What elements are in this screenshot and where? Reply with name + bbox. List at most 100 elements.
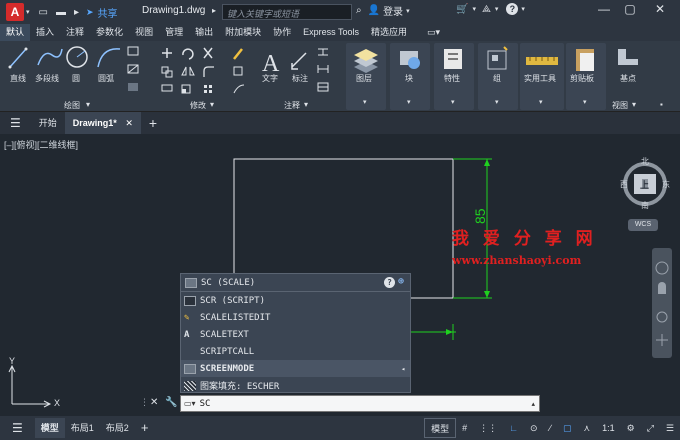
share-button[interactable]: 共享	[98, 5, 118, 20]
command-recent-icon[interactable]: ▴	[531, 400, 535, 408]
help-dropdown-icon[interactable]: ▾	[521, 5, 525, 13]
utilities-button[interactable]: 实用工具 ▾	[520, 43, 564, 110]
title-arrow-icon[interactable]: ▸	[212, 6, 216, 15]
ortho-icon[interactable]: ∟	[503, 418, 524, 438]
scale-tool-icon[interactable]	[181, 84, 191, 94]
ribbon-tab-output[interactable]: 输出	[189, 24, 219, 41]
annotate-panel-arrow-icon[interactable]: ▾	[304, 100, 308, 109]
linear-dim-icon[interactable]	[317, 65, 329, 73]
line-tool-label[interactable]: 直线	[10, 73, 26, 84]
open-icon[interactable]: ▬	[53, 7, 69, 18]
new-tab-button[interactable]: +	[141, 112, 165, 134]
command-line[interactable]: ▭▾ SC ▴	[180, 395, 540, 412]
autocomplete-item[interactable]: SCRIPTCALL	[181, 343, 410, 360]
rectangle-tool-icon[interactable]	[127, 46, 139, 56]
ribbon-tab-insert[interactable]: 插入	[30, 24, 60, 41]
autocomplete-item[interactable]: A SCALETEXT	[181, 326, 410, 343]
line-tool-icon[interactable]	[8, 47, 28, 69]
text-tool-label[interactable]: 文字	[262, 73, 278, 84]
annotation-visibility-icon[interactable]: ⋏	[578, 418, 597, 438]
help-icon[interactable]: ?	[384, 277, 395, 288]
autocomplete-item[interactable]: 图案填充: ESCHER	[181, 377, 410, 394]
arc-tool-icon[interactable]	[97, 48, 121, 68]
circle-tool-icon[interactable]	[66, 46, 88, 68]
view-panel-label[interactable]: 视图	[612, 100, 628, 111]
leader-tool-icon[interactable]	[318, 48, 328, 56]
ribbon-tab-default[interactable]: 默认	[0, 24, 31, 41]
drawing1-tab[interactable]: Drawing1* ✕	[64, 112, 141, 134]
erase-tool-icon[interactable]	[233, 48, 243, 60]
search-icon[interactable]: ⌕	[356, 5, 362, 16]
annotate-panel-label[interactable]: 注释	[284, 100, 300, 111]
app-logo-button[interactable]: A	[6, 3, 24, 21]
close-button[interactable]: ✕	[650, 2, 670, 20]
table-tool-icon[interactable]	[317, 82, 329, 92]
modify-panel-label[interactable]: 修改	[190, 100, 206, 111]
file-tabs-menu-icon[interactable]: ☰	[0, 112, 31, 134]
block-button[interactable]: 块 ▾	[390, 43, 430, 110]
ribbon-options-icon[interactable]: ▭▾	[421, 24, 446, 41]
dimension-tool-icon[interactable]	[291, 52, 307, 70]
minimize-button[interactable]: —	[594, 2, 614, 20]
polyline-tool-icon[interactable]	[37, 48, 63, 66]
dropdown-arrow-icon[interactable]: ▾	[26, 8, 30, 16]
customize-icon[interactable]: ☰	[660, 418, 680, 438]
ribbon-tab-addins[interactable]: 附加模块	[219, 24, 267, 41]
layout1-tab[interactable]: 布局1	[65, 418, 100, 438]
tab-close-icon[interactable]: ✕	[125, 118, 133, 128]
login-dropdown-icon[interactable]: ▾	[406, 7, 410, 15]
ribbon-tab-featured-apps[interactable]: 精选应用	[365, 24, 413, 41]
trim-tool-icon[interactable]	[203, 47, 213, 59]
help-icon[interactable]: ?	[506, 3, 519, 15]
connect-icon[interactable]: ⟁	[482, 4, 491, 15]
command-input[interactable]: SC	[200, 399, 211, 409]
autocomplete-item-selected[interactable]: SCREENMODE ◂	[181, 360, 410, 377]
draw-panel-label[interactable]: 绘图	[64, 100, 80, 111]
hatch-tool-icon[interactable]	[127, 64, 139, 74]
stretch-tool-icon[interactable]	[161, 84, 173, 92]
cart-dropdown-icon[interactable]: ▾	[472, 5, 476, 13]
ribbon-minimize-icon[interactable]: ▪	[660, 100, 663, 109]
autocomplete-header[interactable]: SC (SCALE) ? ⊕	[181, 274, 410, 292]
layer-button[interactable]: 图层 ▾	[346, 43, 386, 110]
copy-tool-icon[interactable]	[161, 66, 173, 78]
navigation-bar[interactable]	[652, 248, 672, 358]
dimension-line[interactable]	[410, 158, 492, 340]
annotation-scale-button[interactable]: 1:1	[596, 418, 621, 438]
model-tab[interactable]: 模型	[34, 418, 65, 438]
save-icon[interactable]: ▸	[71, 7, 82, 18]
login-button[interactable]: 登录	[383, 3, 403, 18]
layout-menu-icon[interactable]: ☰	[0, 418, 35, 438]
isodraft-icon[interactable]: ∕	[544, 418, 558, 438]
fullscreen-icon[interactable]: ⤢	[641, 418, 660, 438]
cart-icon[interactable]: 🛒	[456, 4, 468, 15]
clipboard-button[interactable]: 剪贴板 ▾	[566, 43, 606, 110]
restore-button[interactable]: ▢	[620, 2, 640, 20]
polyline-tool-label[interactable]: 多段线	[35, 73, 59, 84]
explode-tool-icon[interactable]	[233, 66, 243, 76]
view-panel-arrow-icon[interactable]: ▾	[632, 100, 636, 109]
grid-icon[interactable]: #	[456, 418, 473, 438]
ribbon-tab-express-tools[interactable]: Express Tools	[297, 24, 365, 41]
draw-panel-arrow-icon[interactable]: ▾	[86, 100, 90, 109]
share-icon[interactable]: ➤	[86, 7, 94, 18]
command-customize-icon[interactable]: 🔧	[165, 397, 177, 408]
arc-tool-label[interactable]: 圆弧	[98, 73, 114, 84]
ribbon-tab-manage[interactable]: 管理	[159, 24, 189, 41]
new-layout-button[interactable]: +	[135, 418, 155, 438]
command-close-icon[interactable]: ✕	[150, 397, 158, 408]
gradient-tool-icon[interactable]	[128, 83, 138, 91]
viewcube-top-face[interactable]: 上	[640, 178, 649, 191]
modify-panel-arrow-icon[interactable]: ▾	[210, 100, 214, 109]
ribbon-tab-collaborate[interactable]: 协作	[267, 24, 297, 41]
ribbon-tab-parametric[interactable]: 参数化	[90, 24, 129, 41]
base-point-button[interactable]: 基点	[608, 43, 648, 93]
search-input[interactable]: 键入关键字或短语	[222, 4, 352, 20]
new-icon[interactable]: ▭	[36, 7, 51, 18]
circle-tool-label[interactable]: 圆	[72, 73, 80, 84]
osnap-icon[interactable]: ▢	[557, 418, 578, 438]
polar-icon[interactable]: ⊙	[524, 418, 544, 438]
model-space-button[interactable]: 模型	[424, 418, 457, 438]
command-history-icon[interactable]: ▭▾	[184, 399, 196, 408]
offset-tool-icon[interactable]	[233, 84, 245, 94]
